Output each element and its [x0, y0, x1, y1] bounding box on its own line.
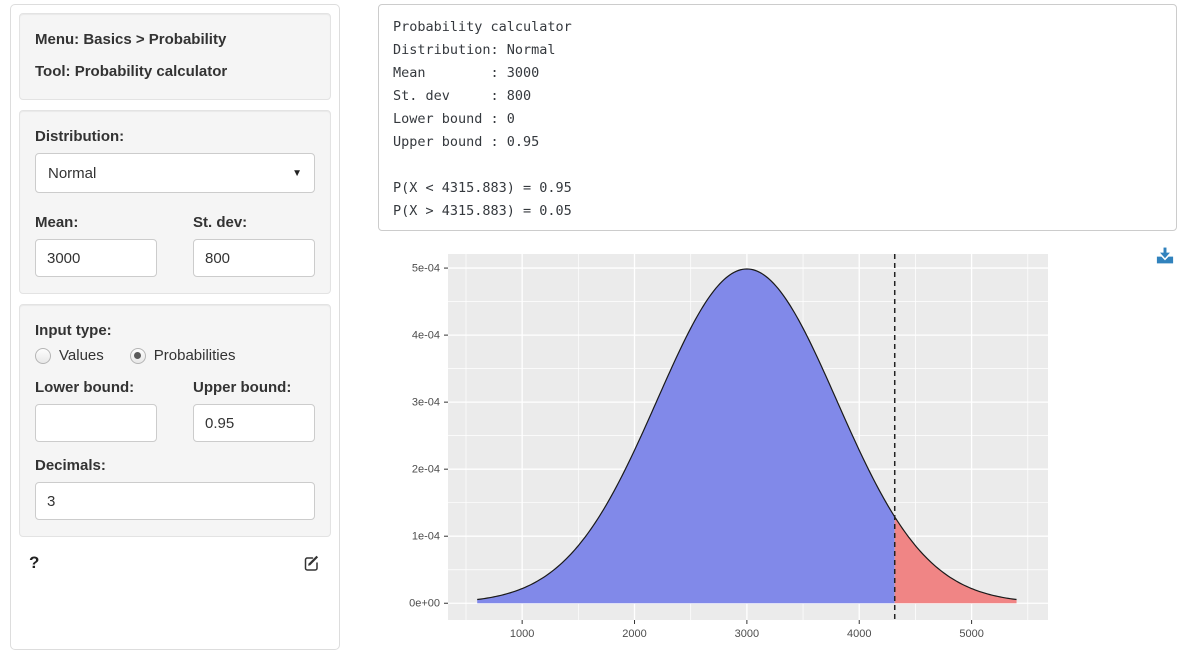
radio-probabilities[interactable]: Probabilities [130, 347, 236, 364]
svg-text:5e-04: 5e-04 [412, 263, 440, 275]
probability-calculator-app: Menu: Basics > Probability Tool: Probabi… [0, 0, 1179, 650]
tool-title: Tool: Probability calculator [35, 62, 315, 81]
result-output: Probability calculator Distribution: Nor… [378, 4, 1177, 231]
distribution-label: Distribution: [35, 127, 315, 146]
distribution-panel: Distribution: Normal ▼ Mean: St. dev: [19, 110, 331, 294]
input-type-panel: Input type: Values Probabilities Lower b… [19, 304, 331, 537]
help-button[interactable]: ? [29, 553, 39, 573]
decimals-input[interactable] [35, 482, 315, 520]
svg-text:4000: 4000 [847, 628, 871, 640]
upper-bound-label: Upper bound: [193, 378, 315, 397]
upper-bound-input[interactable] [193, 404, 315, 442]
input-type-label: Input type: [35, 321, 315, 340]
chevron-down-icon: ▼ [292, 168, 302, 179]
svg-text:1e-04: 1e-04 [412, 531, 440, 543]
breadcrumb: Menu: Basics > Probability [35, 30, 315, 49]
svg-text:4e-04: 4e-04 [412, 330, 440, 342]
radio-values-circle[interactable] [35, 348, 51, 364]
radio-probabilities-circle[interactable] [130, 348, 146, 364]
main-panel: Probability calculator Distribution: Nor… [378, 4, 1179, 650]
svg-text:0e+00: 0e+00 [409, 598, 440, 610]
stdev-input[interactable] [193, 239, 315, 277]
svg-text:2000: 2000 [622, 628, 646, 640]
svg-text:2e-04: 2e-04 [412, 464, 440, 476]
radio-probabilities-label: Probabilities [154, 347, 236, 364]
mean-input[interactable] [35, 239, 157, 277]
mean-label: Mean: [35, 213, 157, 232]
svg-text:1000: 1000 [510, 628, 534, 640]
svg-text:3000: 3000 [735, 628, 759, 640]
menu-panel: Menu: Basics > Probability Tool: Probabi… [19, 13, 331, 100]
input-type-radio-group: Values Probabilities [35, 347, 315, 364]
svg-text:5000: 5000 [959, 628, 983, 640]
radio-values[interactable]: Values [35, 347, 104, 364]
decimals-label: Decimals: [35, 456, 315, 475]
distribution-selected-value: Normal [48, 165, 96, 182]
distribution-select[interactable]: Normal ▼ [35, 153, 315, 193]
edit-icon[interactable] [303, 554, 321, 572]
probability-plot: 1000 2000 3000 4000 5000 0e+00 1e-04 2e-04 3e-04… [390, 247, 1060, 650]
radio-values-label: Values [59, 347, 104, 364]
stdev-label: St. dev: [193, 213, 315, 232]
lower-bound-label: Lower bound: [35, 378, 157, 397]
sidebar: Menu: Basics > Probability Tool: Probabi… [10, 4, 340, 650]
sidebar-footer: ? [19, 549, 331, 573]
svg-text:3e-04: 3e-04 [412, 397, 440, 409]
download-icon[interactable] [1156, 247, 1174, 265]
lower-bound-input[interactable] [35, 404, 157, 442]
chart-container: 1000 2000 3000 4000 5000 0e+00 1e-04 2e-04 3e-04… [378, 247, 1177, 650]
